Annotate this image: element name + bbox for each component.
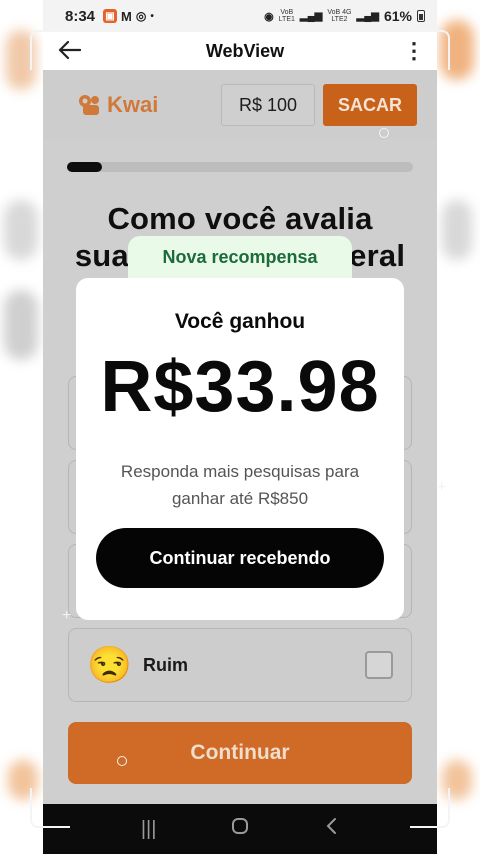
sim2-signal: VoB 4G LTE2 <box>327 9 352 23</box>
sparkle-dot-icon <box>117 756 127 766</box>
app-bar: WebView ⋮ <box>43 32 437 70</box>
status-time: 8:34 <box>65 7 96 25</box>
kwai-header: Kwai R$ 100 SACAR <box>43 70 437 140</box>
frame-corner-decoration <box>30 30 70 70</box>
status-right: ◉ VoB LTE1 ▂▄▆ VoB 4G LTE2 ▂▄▆ 61% <box>264 8 425 24</box>
reward-amount: R$33.98 <box>100 347 380 427</box>
kwai-logo: Kwai <box>77 92 158 118</box>
right-backdrop <box>436 0 480 854</box>
frame-corner-decoration <box>410 788 450 828</box>
more-notifications-icon: • <box>150 10 154 22</box>
reward-modal: Você ganhou R$33.98 Responda mais pesqui… <box>76 278 404 620</box>
battery-icon <box>417 10 425 22</box>
frame-corner-decoration <box>30 788 70 828</box>
signal-bars-icon: ▂▄▆ <box>299 10 323 22</box>
hotspot-icon: ◉ <box>264 10 274 23</box>
sparkle-plus-icon: + <box>62 607 72 624</box>
sparkle-plus-icon: + <box>437 479 447 496</box>
option-card-ruim[interactable]: 😒 Ruim <box>68 628 412 702</box>
frame-corner-decoration <box>410 30 450 70</box>
back-chevron-icon[interactable] <box>311 817 351 841</box>
sparkle-dot-icon <box>379 128 389 138</box>
system-nav-bar: ||| <box>43 804 437 854</box>
question-line-1: Como você avalia <box>107 201 373 236</box>
reward-heading: Você ganhou <box>174 310 306 333</box>
kwai-camera-icon <box>77 92 103 118</box>
option-checkbox[interactable] <box>365 651 393 679</box>
sim1-signal: VoB LTE1 <box>278 9 295 23</box>
balance-badge: R$ 100 <box>221 84 315 126</box>
reward-subtitle: Responda mais pesquisas para ganhar até … <box>120 462 360 508</box>
status-bar: 8:34 ▣ M ◎ • ◉ VoB LTE1 ▂▄▆ VoB 4G LTE2 ▂▄… <box>43 0 437 32</box>
shopee-icon: ▣ <box>103 9 118 23</box>
notification-icons: ▣ M ◎ • <box>103 9 154 24</box>
recents-icon[interactable]: ||| <box>129 818 169 841</box>
gmail-icon: M <box>121 8 132 24</box>
left-backdrop <box>0 0 44 854</box>
continue-button[interactable]: Continuar <box>68 722 412 784</box>
phone-screen: 8:34 ▣ M ◎ • ◉ VoB LTE1 ▂▄▆ VoB 4G LTE2 ▂▄… <box>43 0 437 854</box>
brand-name: Kwai <box>107 92 159 117</box>
signal-bars-icon: ▂▄▆ <box>356 10 379 22</box>
battery-percent: 61% <box>383 8 412 24</box>
home-icon[interactable] <box>220 817 260 841</box>
page-title: WebView <box>205 40 285 61</box>
message-icon: ◎ <box>135 9 147 23</box>
withdraw-button[interactable]: SACAR <box>323 84 417 126</box>
survey-progress-fill <box>67 162 102 172</box>
reward-ribbon: Nova recompensa <box>128 236 352 278</box>
continue-receiving-button[interactable]: Continuar recebendo <box>96 528 384 588</box>
survey-progress-bar <box>67 162 413 172</box>
option-label: Ruim <box>143 654 188 675</box>
unamused-face-icon: 😒 <box>87 644 132 685</box>
